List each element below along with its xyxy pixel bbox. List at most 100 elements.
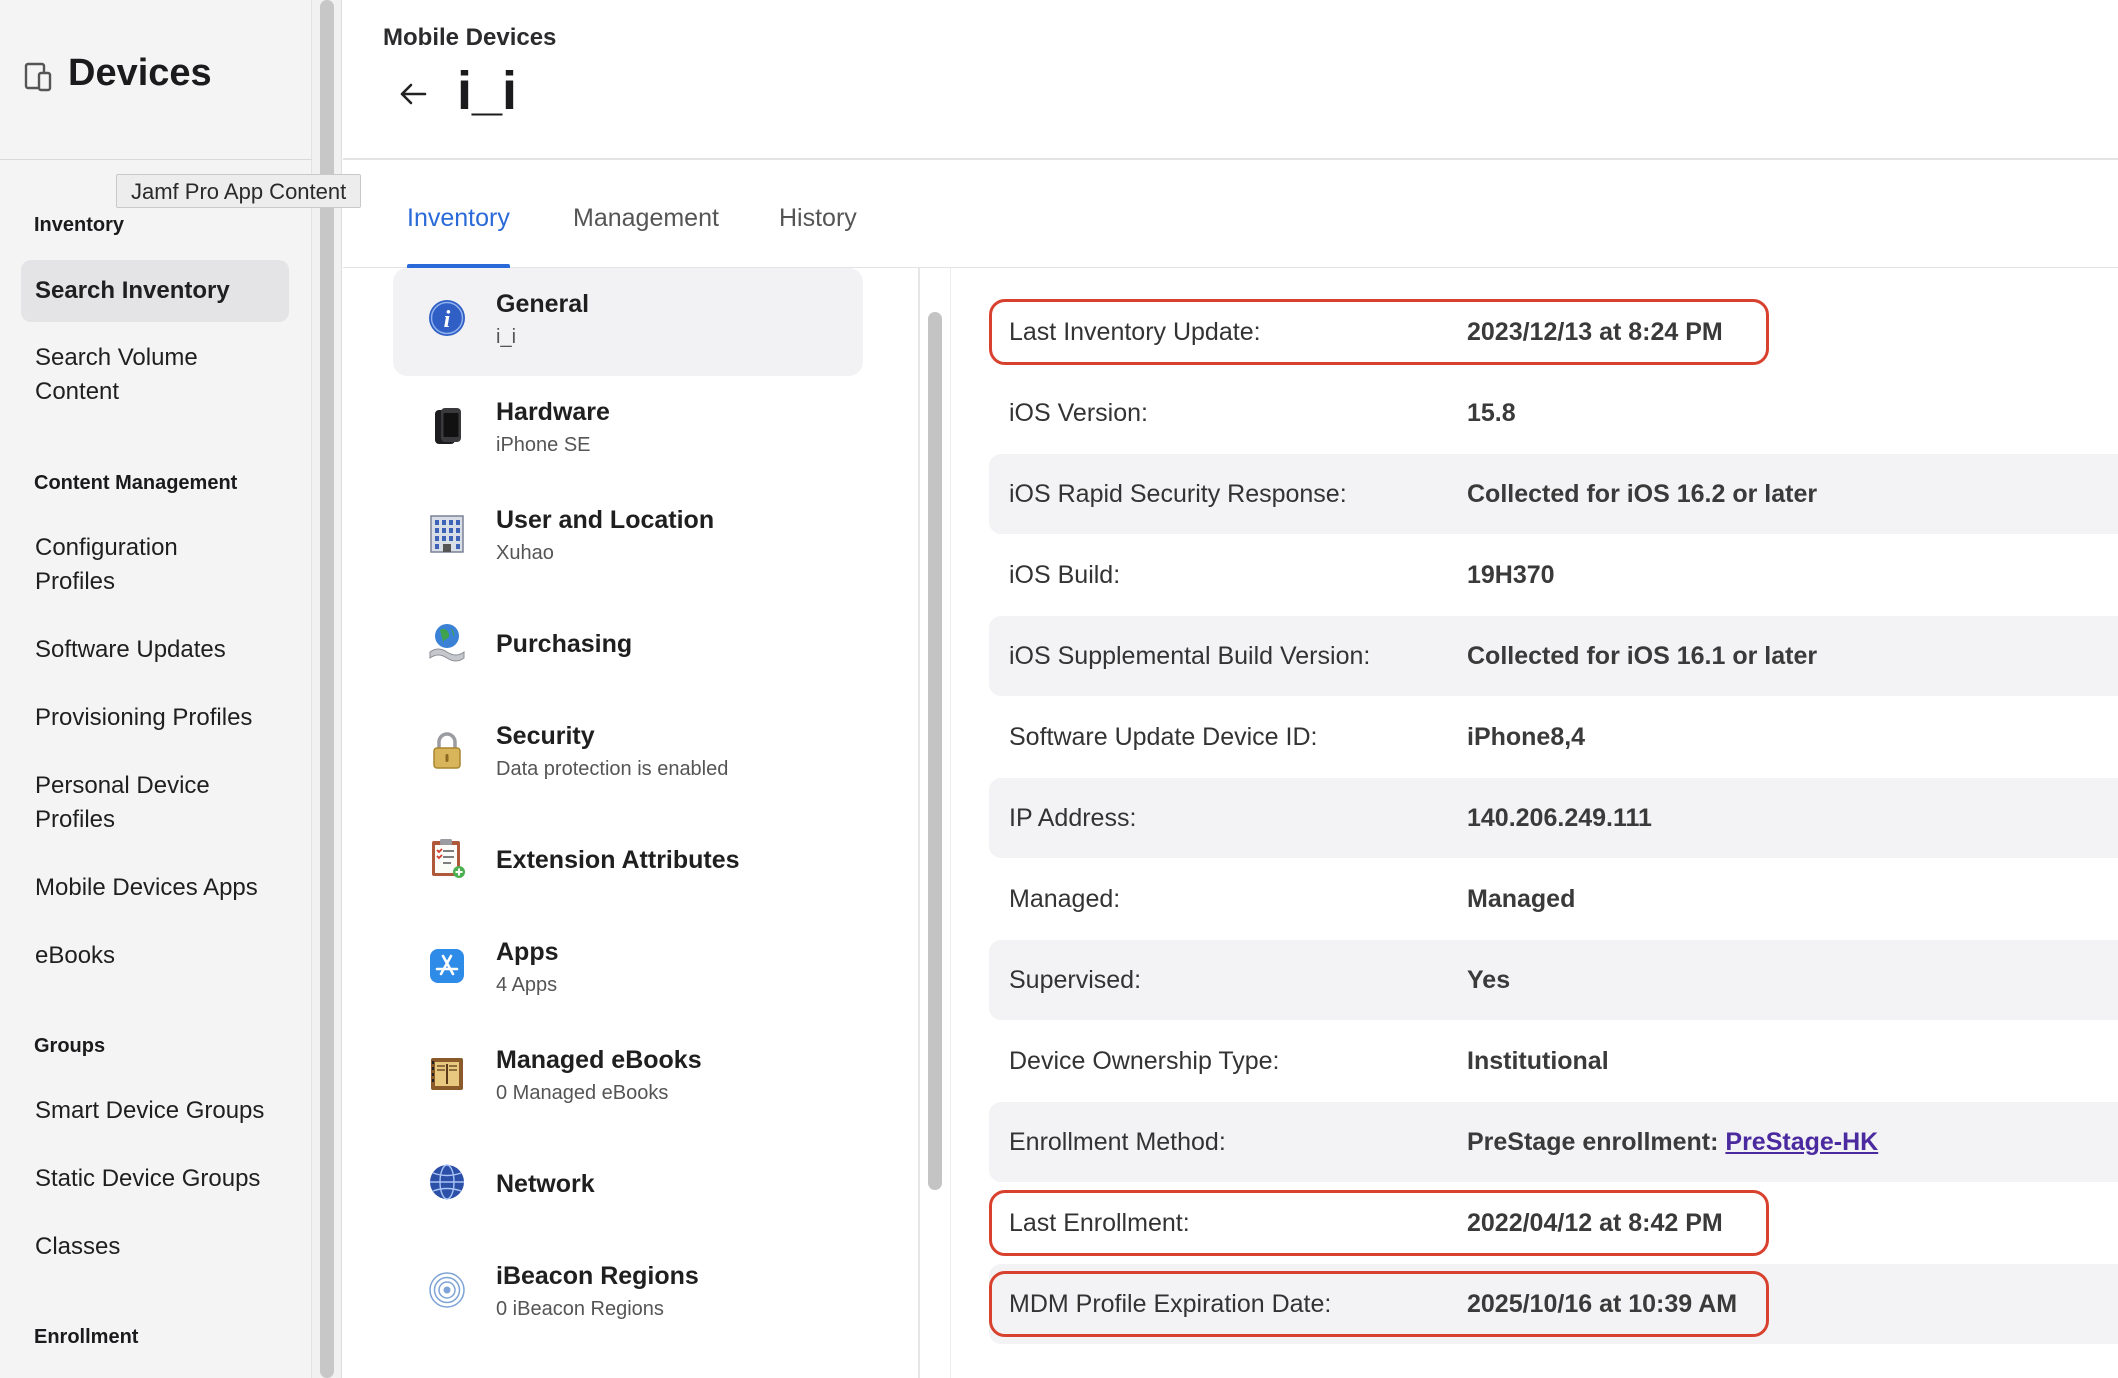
sidebar-item-configuration-profiles[interactable]: Configuration Profiles <box>21 531 289 599</box>
ibeacon-icon <box>429 1272 465 1308</box>
detail-row-last-inventory-update: Last Inventory Update: 2023/12/13 at 8:2… <box>989 292 2118 372</box>
category-name: Managed eBooks <box>496 1046 702 1074</box>
detail-value: 15.8 <box>1467 399 1516 427</box>
detail-value: 2025/10/16 at 10:39 AM <box>1467 1290 1738 1318</box>
sidebar-item-label: Profiles <box>35 568 116 595</box>
detail-value: 2023/12/13 at 8:24 PM <box>1467 318 1723 346</box>
detail-value: 140.206.249.111 <box>1467 804 1652 832</box>
detail-value: Institutional <box>1467 1047 1609 1075</box>
category-network[interactable]: Network <box>393 1132 863 1240</box>
category-list: i General i_i Hardware iPhone SE User an… <box>343 268 920 1378</box>
sidebar-item-classes[interactable]: Classes <box>21 1230 289 1264</box>
sidebar-item-provisioning-profiles[interactable]: Provisioning Profiles <box>21 701 289 735</box>
sidebar-item-personal-device-profiles[interactable]: Personal Device Profiles <box>21 769 289 837</box>
detail-label: iOS Supplemental Build Version: <box>1009 642 1371 670</box>
page-title: i_i <box>457 61 518 121</box>
detail-value: 19H370 <box>1467 561 1555 589</box>
sidebar-item-search-volume-content[interactable]: Search Volume Content <box>21 341 289 409</box>
category-managed-ebooks[interactable]: Managed eBooks 0 Managed eBooks <box>393 1024 863 1132</box>
detail-value: 2022/04/12 at 8:42 PM <box>1467 1209 1723 1237</box>
sidebar-item-label: Software Updates <box>35 636 226 663</box>
book-icon <box>431 1058 463 1090</box>
tab-history[interactable]: History <box>779 204 857 268</box>
category-name: User and Location <box>496 506 715 534</box>
category-subtitle: Data protection is enabled <box>496 758 729 780</box>
sidebar-item-label: eBooks <box>35 942 116 969</box>
info-icon: i <box>429 300 465 336</box>
detail-row-supervised: Supervised: Yes <box>989 940 2118 1020</box>
category-ibeacon-regions[interactable]: iBeacon Regions 0 iBeacon Regions <box>393 1240 863 1348</box>
sidebar-item-label: Personal Device <box>35 772 210 799</box>
category-name: General <box>496 290 590 318</box>
tab-management[interactable]: Management <box>573 204 719 268</box>
category-apps[interactable]: Apps 4 Apps <box>393 916 863 1024</box>
page-header: Mobile Devices i_i <box>343 0 2118 160</box>
sidebar-item-software-updates[interactable]: Software Updates <box>21 633 289 667</box>
category-general[interactable]: i General i_i <box>393 268 863 376</box>
category-name: Apps <box>496 938 559 966</box>
sidebar-header: Devices <box>0 0 312 160</box>
category-purchasing[interactable]: Purchasing <box>393 592 863 700</box>
category-subtitle: i_i <box>496 326 517 348</box>
tab-bar: Inventory Management History <box>343 160 2118 269</box>
iphone-icon <box>435 408 461 444</box>
detail-label: iOS Version: <box>1009 399 1148 427</box>
detail-value: Collected for iOS 16.1 or later <box>1467 642 1818 670</box>
category-name: Purchasing <box>496 630 633 658</box>
category-subtitle: iPhone SE <box>496 434 591 456</box>
detail-value: Managed <box>1467 885 1576 913</box>
tab-inventory[interactable]: Inventory <box>407 204 510 269</box>
detail-label: Last Inventory Update: <box>1009 318 1261 346</box>
sidebar-title: Devices <box>68 52 212 94</box>
sidebar-item-label: Mobile Devices Apps <box>35 874 258 901</box>
tooltip: Jamf Pro App Content <box>116 174 362 208</box>
main-content: Mobile Devices i_i Inventory Management … <box>343 0 2118 1378</box>
lock-icon <box>433 732 461 769</box>
section-inventory: Inventory <box>34 214 125 236</box>
detail-row-software-update-device-id: Software Update Device ID: iPhone8,4 <box>989 697 2118 777</box>
prestage-link[interactable]: PreStage-HK <box>1725 1128 1878 1156</box>
enrollment-method-text: PreStage enrollment: <box>1467 1128 1726 1156</box>
app-window: Devices Jamf Pro App Content Inventory S… <box>0 0 2118 1378</box>
category-name: Security <box>496 722 595 750</box>
sidebar-item-static-device-groups[interactable]: Static Device Groups <box>21 1162 289 1196</box>
category-list-scrollbar[interactable] <box>921 268 951 1378</box>
detail-label: Enrollment Method: <box>1009 1128 1226 1156</box>
sidebar-item-label: Search Volume <box>35 344 198 371</box>
section-groups: Groups <box>34 1035 106 1057</box>
app-store-icon <box>430 949 464 983</box>
section-content-management: Content Management <box>34 472 238 494</box>
svg-text:i: i <box>444 307 451 333</box>
sidebar-item-smart-device-groups[interactable]: Smart Device Groups <box>21 1094 289 1128</box>
detail-row-device-ownership-type: Device Ownership Type: Institutional <box>989 1021 2118 1101</box>
category-hardware[interactable]: Hardware iPhone SE <box>393 376 863 484</box>
sidebar-item-mobile-devices-apps[interactable]: Mobile Devices Apps <box>21 871 289 905</box>
detail-label: IP Address: <box>1009 804 1137 832</box>
sidebar-item-search-inventory[interactable]: Search Inventory <box>21 260 289 322</box>
category-subtitle: 4 Apps <box>496 974 558 996</box>
detail-label: MDM Profile Expiration Date: <box>1009 1290 1332 1318</box>
sidebar-item-label: Classes <box>35 1233 121 1260</box>
category-user-and-location[interactable]: User and Location Xuhao <box>393 484 863 592</box>
category-subtitle: 0 iBeacon Regions <box>496 1298 664 1320</box>
clipboard-icon <box>432 839 465 878</box>
detail-row-ios-supplemental-build-version: iOS Supplemental Build Version: Collecte… <box>989 616 2118 696</box>
category-security[interactable]: Security Data protection is enabled <box>393 700 863 808</box>
category-subtitle: 0 Managed eBooks <box>496 1082 669 1104</box>
back-button[interactable] <box>395 76 431 112</box>
category-subtitle: Xuhao <box>496 542 554 564</box>
category-extension-attributes[interactable]: Extension Attributes <box>393 808 863 916</box>
detail-label: iOS Rapid Security Response: <box>1009 480 1347 508</box>
breadcrumb[interactable]: Mobile Devices <box>383 24 556 52</box>
detail-value: PreStage enrollment: PreStage-HK <box>1467 1102 1878 1182</box>
detail-label: Device Ownership Type: <box>1009 1047 1280 1075</box>
detail-row-ios-build: iOS Build: 19H370 <box>989 535 2118 615</box>
detail-value: Yes <box>1467 966 1511 994</box>
detail-row-mdm-profile-expiration-date: MDM Profile Expiration Date: 2025/10/16 … <box>989 1264 2118 1344</box>
sidebar-item-ebooks[interactable]: eBooks <box>21 939 289 973</box>
detail-label: Software Update Device ID: <box>1009 723 1318 751</box>
network-globe-icon <box>430 1164 464 1200</box>
category-list-scrollbar-thumb[interactable] <box>928 312 942 1190</box>
detail-label: iOS Build: <box>1009 561 1121 589</box>
detail-row-ios-rapid-security-response: iOS Rapid Security Response: Collected f… <box>989 454 2118 534</box>
